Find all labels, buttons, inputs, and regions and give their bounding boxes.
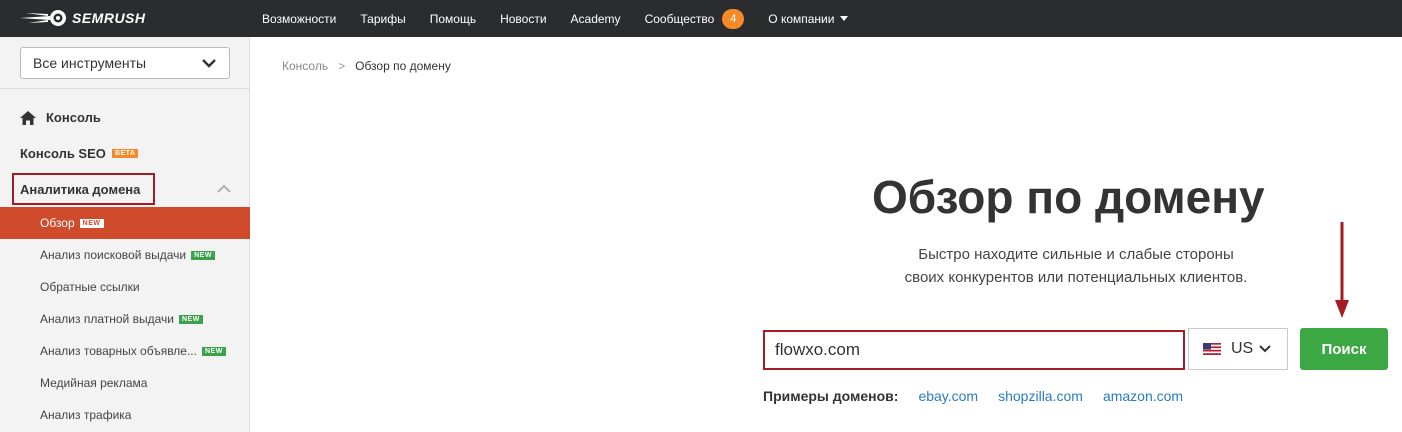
nav-community[interactable]: Сообщество 4 xyxy=(644,8,745,29)
breadcrumb-console-link[interactable]: Консоль xyxy=(282,59,328,73)
us-flag-icon xyxy=(1203,343,1221,355)
new-badge: NEW xyxy=(201,346,226,356)
main-nav: Возможности Тарифы Помощь Новости Academ… xyxy=(262,0,872,37)
sidebar-item-label: Обратные ссылки xyxy=(40,280,140,294)
sidebar-item-label: Анализ трафика xyxy=(40,408,132,422)
semrush-fireball-icon xyxy=(20,10,66,26)
sidebar-item-display-advertising[interactable]: Медийная реклама xyxy=(0,367,250,399)
top-navigation-bar: SEMRUSH Возможности Тарифы Помощь Новост… xyxy=(0,0,1402,37)
nav-about-label: О компании xyxy=(768,11,835,26)
beta-badge: BETA xyxy=(111,149,139,158)
sidebar-item-backlinks[interactable]: Обратные ссылки xyxy=(0,271,250,303)
examples-label: Примеры доменов: xyxy=(763,388,899,404)
example-domains: Примеры доменов: ebay.com shopzilla.com … xyxy=(763,388,1203,404)
sidebar-item-organic-research[interactable]: Анализ поисковой выдачи NEW xyxy=(0,239,250,271)
sidebar-section-domain-analytics[interactable]: Аналитика домена xyxy=(20,182,140,197)
example-domain-link[interactable]: ebay.com xyxy=(918,388,978,404)
seo-console-label: Консоль SEO xyxy=(20,146,106,161)
new-badge: NEW xyxy=(79,218,104,228)
nav-news[interactable]: Новости xyxy=(500,12,546,26)
nav-features[interactable]: Возможности xyxy=(262,12,336,26)
sidebar-item-traffic-analytics[interactable]: Анализ трафика xyxy=(0,399,250,431)
logo-text: SEMRUSH xyxy=(72,10,146,26)
notification-badge: 4 xyxy=(722,8,745,29)
nav-pricing[interactable]: Тарифы xyxy=(360,12,405,26)
sidebar-item-advertising-research[interactable]: Анализ платной выдачи NEW xyxy=(0,303,250,335)
sidebar-item-label: Медийная реклама xyxy=(40,376,148,390)
sidebar-tools-area: Все инструменты xyxy=(0,37,249,89)
subtitle-line-1: Быстро находите сильные и слабые стороны xyxy=(918,246,1234,263)
breadcrumb-separator-icon: > xyxy=(338,59,346,73)
home-icon xyxy=(20,110,36,125)
all-tools-dropdown[interactable]: Все инструменты xyxy=(20,47,230,79)
subtitle-line-2: своих конкурентов или потенциальных клие… xyxy=(904,269,1248,286)
sidebar-item-label: Анализ платной выдачи xyxy=(40,312,174,326)
breadcrumb-current: Обзор по домену xyxy=(355,59,451,73)
breadcrumb: Консоль > Обзор по домену xyxy=(282,59,451,73)
country-selector[interactable]: US xyxy=(1188,328,1288,370)
example-domain-link[interactable]: amazon.com xyxy=(1103,388,1183,404)
console-label: Консоль xyxy=(46,110,101,125)
arrow-down-icon xyxy=(1335,222,1349,318)
all-tools-label: Все инструменты xyxy=(33,55,147,71)
new-badge: NEW xyxy=(178,314,203,324)
sidebar: Все инструменты Консоль Консоль SEO BETA… xyxy=(0,37,250,432)
sidebar-item-label: Анализ товарных объявле... xyxy=(40,344,197,358)
chevron-down-icon xyxy=(202,59,216,68)
chevron-down-icon xyxy=(1259,345,1271,353)
sidebar-item-overview[interactable]: Обзор NEW xyxy=(0,207,250,239)
sidebar-item-pla-research[interactable]: Анализ товарных объявле... NEW xyxy=(0,335,250,367)
domain-search-input[interactable] xyxy=(763,330,1185,370)
search-button[interactable]: Поиск xyxy=(1300,328,1388,370)
caret-down-icon xyxy=(840,16,849,21)
chevron-up-icon[interactable] xyxy=(217,184,231,193)
nav-community-label: Сообщество xyxy=(644,11,715,26)
country-code: US xyxy=(1231,340,1254,357)
sidebar-item-label: Обзор xyxy=(40,216,75,230)
page-title: Обзор по домену xyxy=(872,171,1265,223)
new-badge: NEW xyxy=(191,250,215,260)
sidebar-item-label: Анализ поисковой выдачи xyxy=(40,248,187,262)
nav-help[interactable]: Помощь xyxy=(430,12,476,26)
example-domain-link[interactable]: shopzilla.com xyxy=(998,388,1083,404)
nav-about-dropdown[interactable]: О компании xyxy=(768,11,849,26)
domain-analytics-label: Аналитика домена xyxy=(20,182,141,197)
sidebar-item-console[interactable]: Консоль xyxy=(20,110,101,125)
nav-academy[interactable]: Academy xyxy=(571,12,621,26)
page-subtitle: Быстро находите сильные и слабые стороны… xyxy=(876,243,1276,289)
sidebar-item-seo-console[interactable]: Консоль SEO BETA xyxy=(20,146,139,161)
semrush-logo[interactable]: SEMRUSH xyxy=(20,8,146,28)
